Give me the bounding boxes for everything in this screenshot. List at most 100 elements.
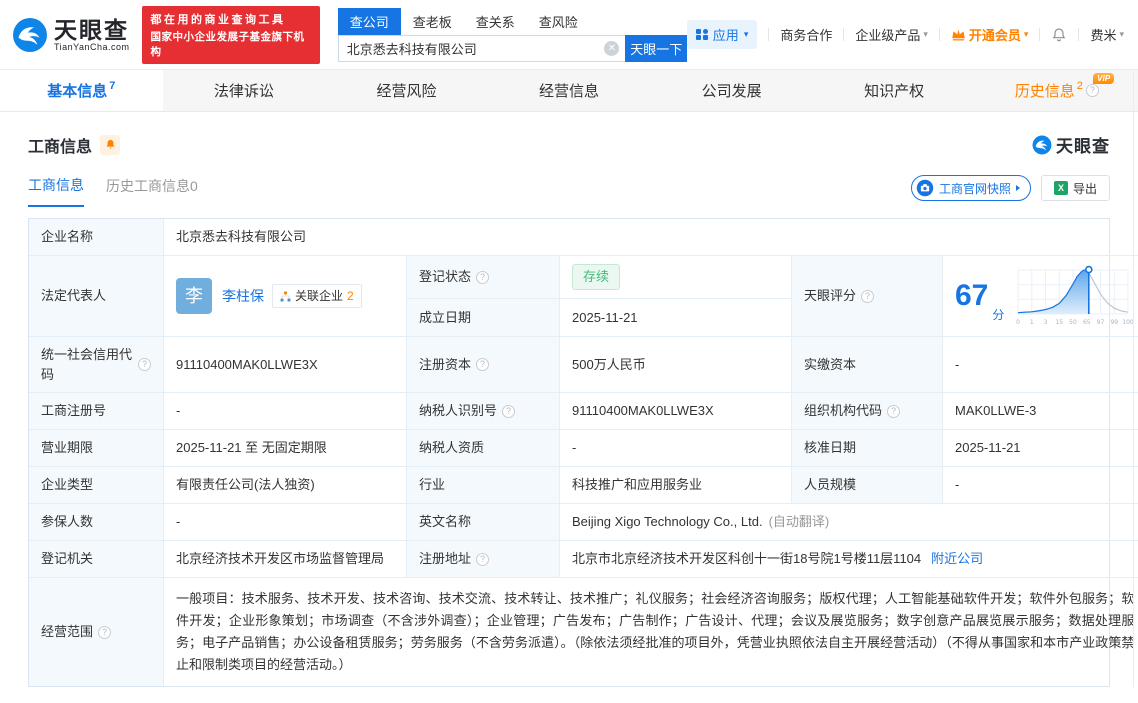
help-icon[interactable]: ? [476, 358, 489, 371]
chevron-down-icon: ▾ [744, 29, 749, 40]
nearby-companies-link[interactable]: 附近公司 [931, 549, 983, 569]
user-menu[interactable]: 费米 ▾ [1090, 25, 1124, 44]
taxpayer-quality-value: - [560, 430, 792, 467]
svg-text:15: 15 [1056, 319, 1064, 326]
tianyancha-logo[interactable]: 天眼查 TianYanCha.com [12, 17, 130, 53]
reg-status-value: 存续 [560, 256, 792, 299]
tab-legal-lawsuit[interactable]: 法律诉讼 [163, 70, 326, 111]
tab-count: 7 [109, 80, 115, 92]
nav-business-cooperation[interactable]: 商务合作 [780, 25, 832, 44]
search-tab-risk[interactable]: 查风险 [527, 8, 590, 35]
tab-label: 法律诉讼 [214, 80, 274, 101]
monitor-bell-button[interactable] [100, 135, 120, 155]
help-icon[interactable]: ? [887, 405, 900, 418]
tab-label: 历史信息 [1015, 80, 1075, 101]
tab-company-development[interactable]: 公司发展 [650, 70, 813, 111]
help-icon[interactable]: ? [1086, 84, 1099, 97]
nav-enterprise-products[interactable]: 企业级产品 ▾ [855, 25, 928, 44]
related-companies-badge[interactable]: 关联企业 2 [272, 284, 362, 308]
help-icon[interactable]: ? [476, 553, 489, 566]
search-tabs: 查公司 查老板 查关系 查风险 [338, 8, 688, 35]
slogan-line1: 都在用的商业查询工具 [151, 11, 311, 27]
nav-enterprise-label: 企业级产品 [855, 25, 920, 44]
help-icon[interactable]: ? [502, 405, 515, 418]
svg-text:97: 97 [1097, 319, 1105, 326]
related-count: 2 [347, 287, 354, 305]
svg-text:99: 99 [1111, 319, 1119, 326]
tab-label: 基本信息 [47, 80, 107, 101]
tab-operating-info[interactable]: 经营信息 [488, 70, 651, 111]
top-header: 天眼查 TianYanCha.com 都在用的商业查询工具 国家中小企业发展子基… [0, 0, 1138, 70]
slogan-line2: 国家中小企业发展子基金旗下机构 [151, 29, 311, 59]
logo-text: 天眼查 TianYanCha.com [54, 18, 130, 52]
search-button[interactable]: 天眼一下 [625, 35, 687, 62]
excel-icon: X [1054, 181, 1068, 195]
tianyancha-logo-icon [1032, 135, 1052, 155]
business-info-table: 企业名称 北京悉去科技有限公司 法定代表人 李 李柱保 关联企业 2 登记状态?… [28, 218, 1110, 687]
reg-status-label: 登记状态? [407, 256, 560, 299]
snapshot-camera-icon [916, 179, 934, 197]
score-distribution-chart: 0131550659799100 [1012, 264, 1134, 328]
subtab-history-business-info[interactable]: 历史工商信息0 [106, 176, 198, 206]
graph-icon [280, 291, 291, 302]
approval-date-label: 核准日期 [792, 430, 943, 467]
apps-grid-icon [696, 29, 708, 41]
export-button[interactable]: X 导出 [1041, 175, 1110, 201]
watermark-text: 天眼查 [1056, 132, 1110, 157]
avatar[interactable]: 李 [176, 278, 212, 314]
credit-code-label: 统一社会信用代码? [29, 337, 164, 393]
tab-intellectual-property[interactable]: 知识产权 [813, 70, 976, 111]
logo-title: 天眼查 [54, 18, 130, 42]
reg-authority-label: 登记机关 [29, 541, 164, 578]
approval-date-value: 2025-11-21 [943, 430, 1138, 467]
legal-rep-label: 法定代表人 [29, 256, 164, 337]
english-name-value: Beijing Xigo Technology Co., Ltd. (自动翻译) [560, 504, 1138, 541]
subtab-business-info[interactable]: 工商信息 [28, 175, 84, 207]
clear-icon[interactable]: ✕ [604, 41, 619, 56]
help-icon[interactable]: ? [476, 271, 489, 284]
english-name-label: 英文名称 [407, 504, 560, 541]
search-tab-company[interactable]: 查公司 [338, 8, 401, 35]
nav-cooperation-label: 商务合作 [780, 25, 832, 44]
taxpayer-id-label: 纳税人识别号? [407, 393, 560, 430]
svg-text:50: 50 [1070, 319, 1078, 326]
scrollbar[interactable] [1133, 72, 1134, 687]
status-badge: 存续 [572, 264, 620, 290]
svg-text:0: 0 [1016, 319, 1020, 326]
tab-basic-info[interactable]: 基本信息 7 [0, 70, 163, 111]
business-scope-value: 一般项目：技术服务、技术开发、技术咨询、技术交流、技术转让、技术推广；礼仪服务；… [164, 578, 1138, 686]
search-tab-relation[interactable]: 查关系 [464, 8, 527, 35]
company-type-label: 企业类型 [29, 467, 164, 504]
legal-rep-link[interactable]: 李柱保 [222, 286, 264, 307]
paid-capital-value: - [943, 337, 1138, 393]
org-code-value: MAK0LLWE-3 [943, 393, 1138, 430]
notification-bell-icon[interactable] [1051, 27, 1067, 43]
taxpayer-quality-label: 纳税人资质 [407, 430, 560, 467]
nav-open-vip[interactable]: 开通会员 ▾ [951, 25, 1029, 44]
divider [1039, 28, 1040, 41]
reg-number-label: 工商注册号 [29, 393, 164, 430]
reg-capital-value: 500万人民币 [560, 337, 792, 393]
tab-history-info[interactable]: 历史信息 2 ? VIP [975, 70, 1138, 111]
search-input[interactable] [338, 35, 626, 62]
help-icon[interactable]: ? [98, 626, 111, 639]
official-snapshot-button[interactable]: 工商官网快照 [911, 175, 1031, 201]
score-cell: 67 分 0131550659799100 [943, 256, 1138, 337]
brand-slogan: 都在用的商业查询工具 国家中小企业发展子基金旗下机构 [142, 6, 320, 64]
help-icon[interactable]: ? [138, 358, 151, 371]
insured-label: 参保人数 [29, 504, 164, 541]
divider [939, 28, 940, 41]
tab-label: 公司发展 [702, 80, 762, 101]
arrow-right-icon [1016, 185, 1020, 191]
tab-label: 知识产权 [864, 80, 924, 101]
divider [1078, 28, 1079, 41]
export-label: 导出 [1073, 180, 1097, 197]
help-icon[interactable]: ? [861, 290, 874, 303]
bell-icon [105, 139, 116, 150]
tab-count: 2 [1077, 80, 1083, 92]
apps-menu[interactable]: 应用 ▾ [687, 20, 757, 49]
tab-operating-risk[interactable]: 经营风险 [325, 70, 488, 111]
auto-translate-note: (自动翻译) [769, 512, 830, 532]
search-tab-boss[interactable]: 查老板 [401, 8, 464, 35]
insured-value: - [164, 504, 407, 541]
